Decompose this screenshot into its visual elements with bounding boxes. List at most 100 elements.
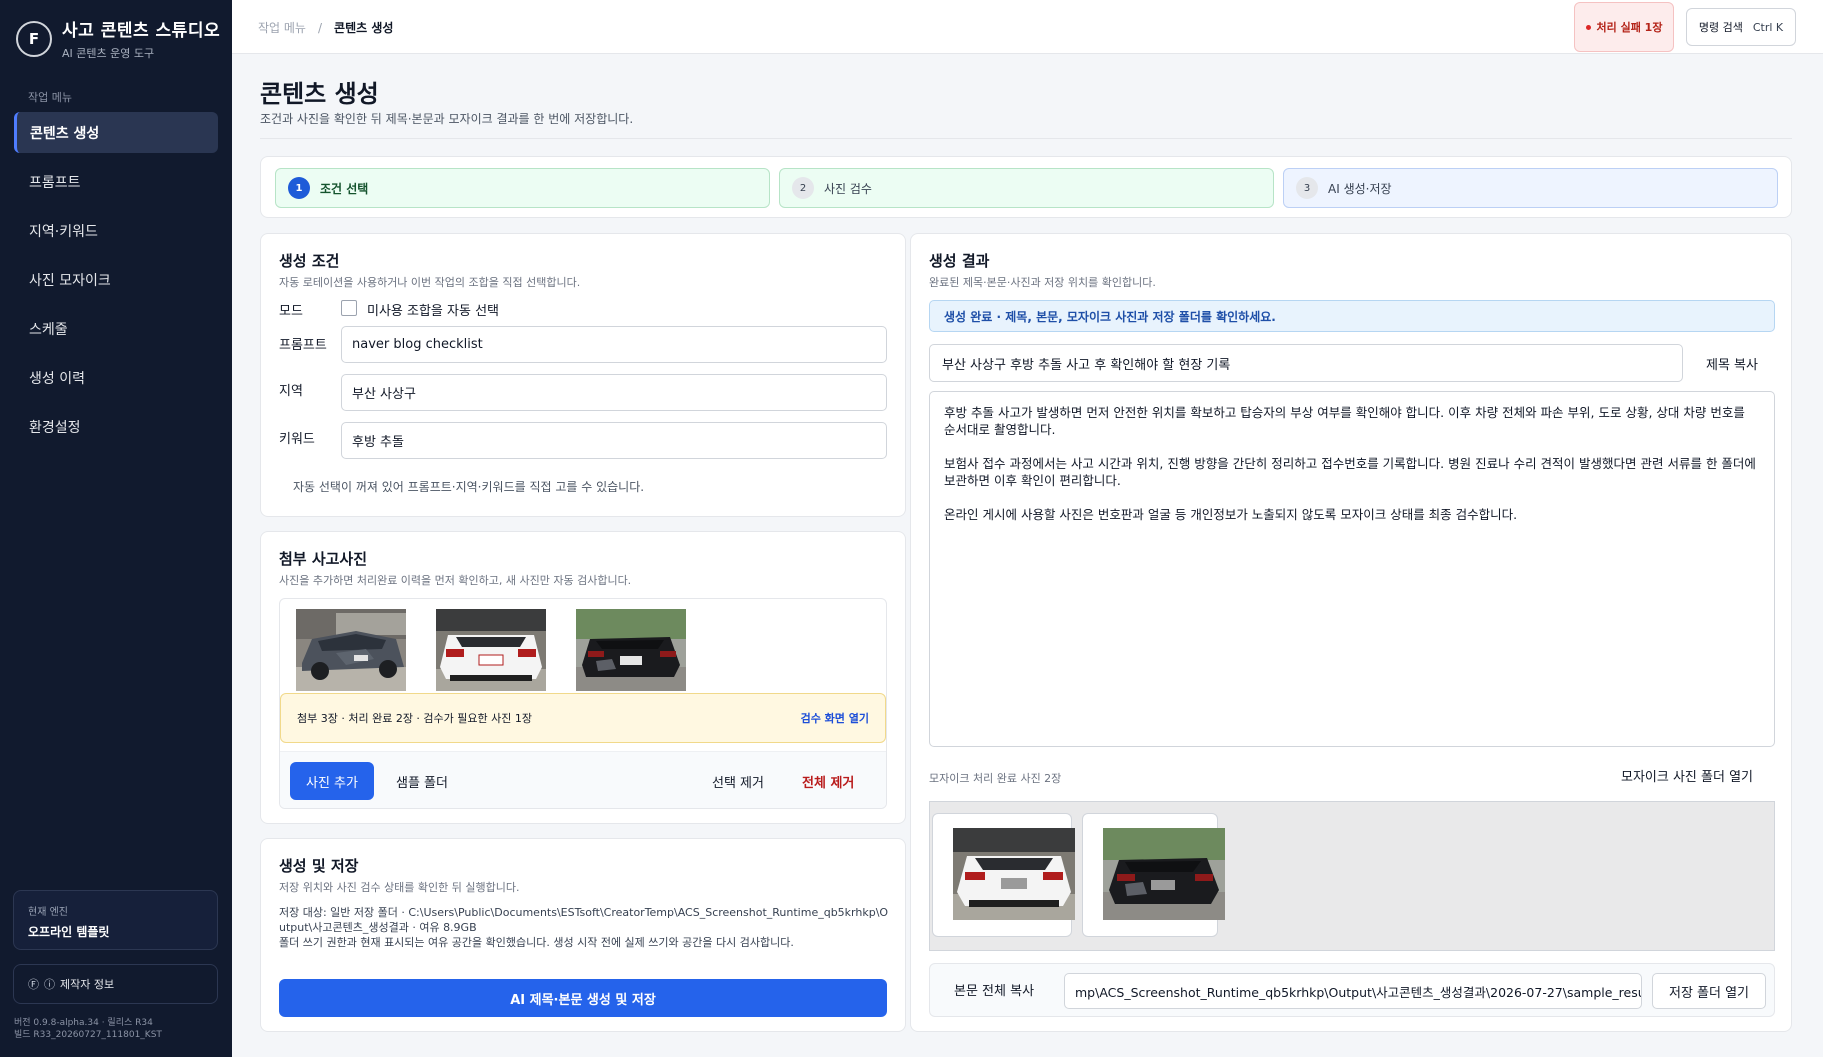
info-icon: ⓘ	[44, 978, 55, 991]
sidebar-item-region-keyword[interactable]: 지역·키워드	[14, 210, 218, 251]
divider	[260, 138, 1792, 139]
open-review-link[interactable]: 검수 화면 열기	[801, 710, 869, 726]
conditions-card: 생성 조건 자동 로테이션을 사용하거나 이번 작업의 조합을 직접 선택합니다…	[260, 233, 906, 517]
breadcrumb-separator: /	[317, 21, 323, 35]
remove-all-button[interactable]: 전체 제거	[802, 762, 854, 800]
result-footer: 본문 전체 복사 mp\ACS_Screenshot_Runtime_qb5kr…	[929, 963, 1775, 1017]
damaged-car-photo	[576, 609, 686, 691]
open-mosaic-folder-button[interactable]: 모자이크 사진 폴더 열기	[1621, 766, 1753, 785]
breadcrumb-root[interactable]: 작업 메뉴	[258, 21, 306, 35]
mosaic-photo	[953, 828, 1075, 920]
auto-select-checkbox[interactable]	[341, 300, 357, 316]
region-label: 지역	[279, 384, 303, 399]
logo-icon: Ⓕ	[28, 978, 39, 991]
sidebar-item-content-create[interactable]: 콘텐츠 생성	[14, 112, 218, 153]
sidebar-item-label: 지역·키워드	[29, 223, 98, 240]
result-title: 생성 결과	[929, 252, 990, 270]
generate-and-save-button[interactable]: AI 제목·본문 생성 및 저장	[279, 979, 887, 1017]
sidebar-item-settings[interactable]: 환경설정	[14, 406, 218, 447]
generate-save-card: 생성 및 저장 저장 위치와 사진 검수 상태를 확인한 뒤 실행합니다. 저장…	[260, 838, 906, 1032]
version-info: 버전 0.9.8-alpha.34 · 릴리스 R34 빌드 R33_20260…	[14, 1017, 162, 1041]
error-dot-icon	[1585, 24, 1591, 30]
photo-list: 첨부 3장 · 처리 완료 2장 · 검수가 필요한 사진 1장 검수 화면 열…	[279, 598, 887, 809]
topbar: 작업 메뉴 / 콘텐츠 생성 처리 실패 1장 명령 검색 Ctrl K	[232, 0, 1823, 54]
sidebar-item-label: 프롬프트	[29, 174, 81, 191]
sidebar-item-label: 콘텐츠 생성	[30, 125, 100, 142]
step-number: 1	[288, 177, 310, 199]
result-card: 생성 결과 완료된 제목·본문·사진과 저장 위치를 확인합니다. 생성 완료 …	[910, 233, 1792, 1032]
prompt-label: 프롬프트	[279, 338, 327, 353]
step-select-conditions[interactable]: 1 조건 선택	[275, 168, 770, 208]
maker-info-label: 제작자 정보	[60, 978, 115, 991]
copy-title-button[interactable]: 제목 복사	[1706, 344, 1758, 382]
conditions-title: 생성 조건	[279, 252, 340, 270]
gensave-title: 생성 및 저장	[279, 857, 359, 875]
step-label: 조건 선택	[320, 181, 369, 196]
keyword-select[interactable]: 후방 추돌	[341, 422, 887, 459]
failure-badge[interactable]: 처리 실패 1장	[1574, 2, 1674, 52]
photo-thumbnail[interactable]	[436, 609, 546, 691]
auto-select-label[interactable]: 미사용 조합을 자동 선택	[367, 300, 499, 319]
sidebar-item-prompt[interactable]: 프롬프트	[14, 161, 218, 202]
mosaic-photo-card[interactable]	[932, 813, 1075, 937]
post-title-field[interactable]: 부산 사상구 후방 추돌 사고 후 확인해야 할 현장 기록	[929, 344, 1683, 382]
keyword-value: 후방 추돌	[352, 435, 404, 450]
step-ai-generate-save[interactable]: 3 AI 생성·저장	[1283, 168, 1778, 208]
prompt-select[interactable]: naver blog checklist	[341, 326, 887, 363]
step-number: 3	[1296, 177, 1318, 199]
sidebar-item-label: 사진 모자이크	[29, 272, 111, 289]
conditions-subtitle: 자동 로테이션을 사용하거나 이번 작업의 조합을 직접 선택합니다.	[279, 276, 581, 289]
remove-selected-button[interactable]: 선택 제거	[712, 762, 764, 800]
photo-thumbnail[interactable]	[296, 609, 406, 691]
failure-badge-label: 처리 실패 1장	[1596, 21, 1663, 34]
command-shortcut: Ctrl K	[1752, 20, 1784, 34]
add-photo-button[interactable]: 사진 추가	[290, 762, 374, 800]
breadcrumb: 작업 메뉴 / 콘텐츠 생성	[258, 19, 393, 36]
brand: F 사고 콘텐츠 스튜디오 AI 콘텐츠 운영 도구	[16, 16, 220, 61]
save-path-value: mp\ACS_Screenshot_Runtime_qb5krhkp\Outpu…	[1075, 984, 1642, 1000]
page-description: 조건과 사진을 확인한 뒤 제목·본문과 모자이크 결과를 한 번에 저장합니다…	[260, 112, 634, 126]
mosaic-photo-card[interactable]	[1082, 813, 1225, 937]
keyword-label: 키워드	[279, 432, 315, 447]
mosaic-photo-list	[929, 801, 1775, 951]
command-search-label: 명령 검색	[1698, 21, 1743, 34]
save-path-field[interactable]: mp\ACS_Screenshot_Runtime_qb5krhkp\Outpu…	[1064, 973, 1642, 1009]
success-banner: 생성 완료 · 제목, 본문, 모자이크 사진과 저장 폴더를 확인하세요.	[929, 300, 1775, 332]
engine-value: 오프라인 템플릿	[28, 925, 110, 939]
result-subtitle: 완료된 제목·본문·사진과 저장 위치를 확인합니다.	[929, 276, 1156, 289]
save-target-info: 저장 대상: 일반 저장 폴더 · C:\Users\Public\Docume…	[279, 905, 895, 950]
sidebar-item-history[interactable]: 생성 이력	[14, 357, 218, 398]
copy-body-button[interactable]: 본문 전체 복사	[954, 980, 1034, 999]
photos-subtitle: 사진을 추가하면 처리완료 이력을 먼저 확인하고, 새 사진만 자동 검사합니…	[279, 574, 632, 587]
save-target-note: 폴더 쓰기 권한과 현재 표시되는 여유 공간을 확인했습니다. 생성 시작 전…	[279, 936, 794, 949]
mosaic-car-photo	[953, 828, 1075, 920]
sidebar-item-photo-mosaic[interactable]: 사진 모자이크	[14, 259, 218, 300]
mosaic-count-label: 모자이크 처리 완료 사진 2장	[929, 772, 1062, 785]
mosaic-photo	[1103, 828, 1225, 920]
open-save-folder-button[interactable]: 저장 폴더 열기	[1652, 973, 1766, 1009]
app-logo: F	[16, 20, 52, 57]
damaged-car-photo	[436, 609, 546, 691]
save-target-path: 저장 대상: 일반 저장 폴더 · C:\Users\Public\Docume…	[279, 906, 889, 934]
sample-folder-button[interactable]: 샘플 폴더	[396, 762, 448, 800]
damaged-car-photo	[296, 609, 406, 691]
post-body-textarea[interactable]: 후방 추돌 사고가 발생하면 먼저 안전한 위치를 확보하고 탑승자의 부상 여…	[929, 391, 1775, 747]
photos-title: 첨부 사고사진	[279, 550, 368, 568]
step-label: 사진 검수	[824, 181, 872, 196]
mosaic-car-photo	[1103, 828, 1225, 920]
sidebar-item-schedule[interactable]: 스케줄	[14, 308, 218, 349]
nav-section-label: 작업 메뉴	[28, 91, 72, 104]
command-search-button[interactable]: 명령 검색 Ctrl K	[1686, 8, 1796, 46]
step-photo-review[interactable]: 2 사진 검수	[779, 168, 1274, 208]
build-line: 빌드 R33_20260727_111801_KST	[14, 1030, 162, 1040]
region-value: 부산 사상구	[352, 387, 416, 402]
gensave-subtitle: 저장 위치와 사진 검수 상태를 확인한 뒤 실행합니다.	[279, 881, 520, 894]
sidebar-item-label: 스케줄	[29, 321, 68, 338]
maker-info-button[interactable]: Ⓕ ⓘ 제작자 정보	[13, 964, 218, 1004]
photo-thumbnail[interactable]	[576, 609, 686, 691]
photo-summary-text: 첨부 3장 · 처리 완료 2장 · 검수가 필요한 사진 1장	[297, 712, 532, 725]
sidebar-item-label: 환경설정	[29, 419, 81, 436]
step-label: AI 생성·저장	[1328, 181, 1392, 196]
region-select[interactable]: 부산 사상구	[341, 374, 887, 411]
sidebar-item-label: 생성 이력	[29, 370, 85, 387]
